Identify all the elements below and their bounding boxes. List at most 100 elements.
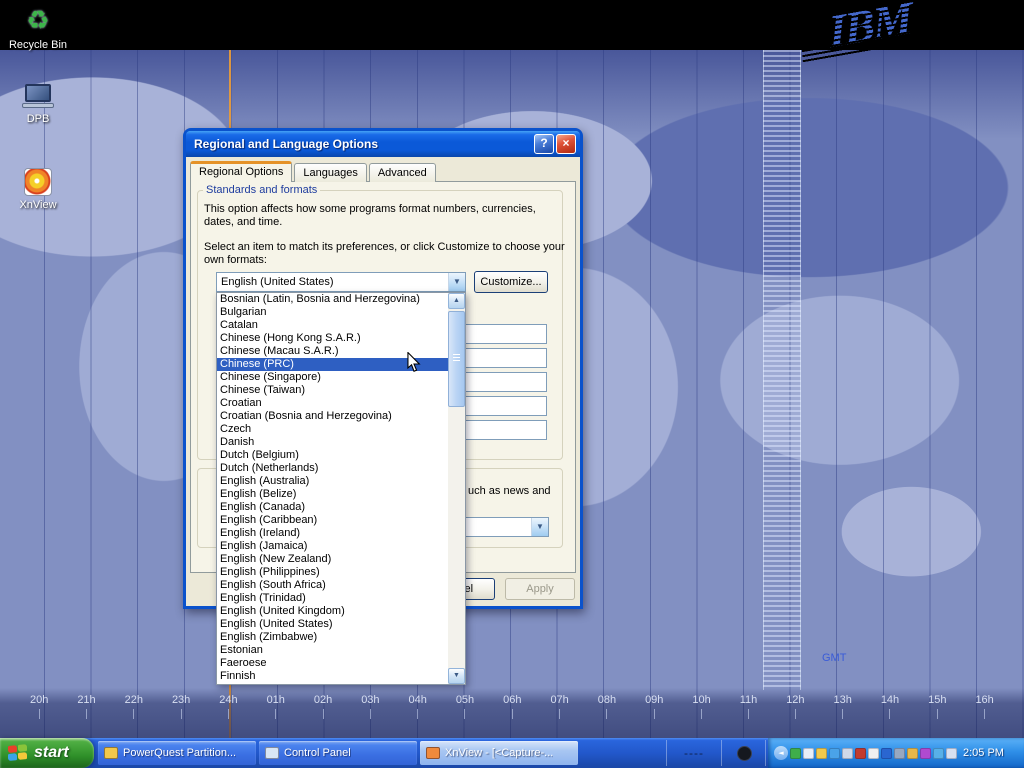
format-list-item[interactable]: English (United Kingdom) bbox=[217, 605, 448, 618]
format-list-item[interactable]: Bulgarian bbox=[217, 306, 448, 319]
timezone-label: 14h bbox=[881, 694, 899, 738]
format-list-item[interactable]: Croatian bbox=[217, 397, 448, 410]
folder-icon bbox=[104, 747, 118, 759]
format-dropdown-list[interactable]: Bosnian (Latin, Bosnia and Herzegovina)B… bbox=[216, 292, 466, 685]
standards-group-label: Standards and formats bbox=[203, 184, 320, 196]
format-combobox-value: English (United States) bbox=[217, 273, 448, 291]
format-combobox[interactable]: English (United States) ▼ bbox=[216, 272, 466, 292]
format-list-item[interactable]: Chinese (Hong Kong S.A.R.) bbox=[217, 332, 448, 345]
format-list-item[interactable]: Finnish bbox=[217, 670, 448, 683]
tray-icon[interactable] bbox=[881, 748, 892, 759]
desktop-top-band: IBM bbox=[0, 0, 1024, 50]
tray-icon-row bbox=[790, 748, 957, 759]
timezone-label: 10h bbox=[692, 694, 710, 738]
desktop-icon-dpb[interactable]: DPB bbox=[0, 84, 76, 125]
timezone-label: 12h bbox=[786, 694, 804, 738]
taskbar-task-button[interactable]: Control Panel bbox=[259, 741, 417, 765]
taskbar-tool-area[interactable] bbox=[724, 740, 766, 766]
combo-dropdown-arrow-icon[interactable]: ▼ bbox=[448, 273, 465, 291]
format-list-item[interactable]: Faeroese bbox=[217, 657, 448, 670]
list-scrollbar[interactable]: ▲ ▼ bbox=[448, 293, 465, 684]
task-button-area: PowerQuest Partition... Control Panel Xn… bbox=[98, 738, 578, 768]
timezone-label: 20h bbox=[30, 694, 48, 738]
timezone-label: 05h bbox=[456, 694, 474, 738]
format-list-item[interactable]: English (Jamaica) bbox=[217, 540, 448, 553]
hide-icons-chevron-icon[interactable]: ◄ bbox=[774, 746, 788, 760]
tray-icon[interactable] bbox=[816, 748, 827, 759]
format-list-item[interactable]: Bosnian (Latin, Bosnia and Herzegovina) bbox=[217, 293, 448, 306]
taskbar-clock[interactable]: 2:05 PM bbox=[963, 747, 1004, 759]
format-list-item[interactable]: Czech bbox=[217, 423, 448, 436]
laptop-icon bbox=[22, 84, 54, 110]
timezone-label: 09h bbox=[645, 694, 663, 738]
tray-icon[interactable] bbox=[933, 748, 944, 759]
gmt-label: GMT bbox=[822, 652, 846, 664]
location-text-fragment: uch as news and bbox=[468, 485, 551, 497]
format-list-item[interactable]: English (New Zealand) bbox=[217, 553, 448, 566]
timezone-label: 02h bbox=[314, 694, 332, 738]
control-panel-icon bbox=[265, 747, 279, 759]
apply-button[interactable]: Apply bbox=[505, 578, 575, 600]
scrollbar-thumb[interactable] bbox=[448, 311, 465, 407]
format-list-item[interactable]: Dutch (Belgium) bbox=[217, 449, 448, 462]
format-list-item[interactable]: Catalan bbox=[217, 319, 448, 332]
close-button[interactable]: × bbox=[556, 134, 576, 154]
tray-icon[interactable] bbox=[907, 748, 918, 759]
format-list-item[interactable]: Croatian (Bosnia and Herzegovina) bbox=[217, 410, 448, 423]
format-list-item[interactable]: Estonian bbox=[217, 644, 448, 657]
tray-icon[interactable] bbox=[855, 748, 866, 759]
tray-icon[interactable] bbox=[868, 748, 879, 759]
task-label: PowerQuest Partition... bbox=[123, 747, 236, 759]
timezone-label: 03h bbox=[361, 694, 379, 738]
format-list-item[interactable]: English (Trinidad) bbox=[217, 592, 448, 605]
tab-advanced[interactable]: Advanced bbox=[369, 163, 436, 182]
recycle-bin-icon: ♻ bbox=[23, 6, 53, 36]
desktop-icon-recycle-bin[interactable]: ♻ Recycle Bin bbox=[0, 6, 76, 51]
timezone-highlight-band bbox=[763, 50, 801, 690]
format-list-item[interactable]: English (Ireland) bbox=[217, 527, 448, 540]
task-label: XnView - [<Capture-... bbox=[445, 747, 553, 759]
format-list-item[interactable]: English (Philippines) bbox=[217, 566, 448, 579]
tray-icon[interactable] bbox=[946, 748, 957, 759]
tray-icon[interactable] bbox=[790, 748, 801, 759]
taskbar-task-button[interactable]: PowerQuest Partition... bbox=[98, 741, 256, 765]
format-list-item[interactable]: Dutch (Netherlands) bbox=[217, 462, 448, 475]
tray-icon[interactable] bbox=[803, 748, 814, 759]
format-list-item[interactable]: English (Caribbean) bbox=[217, 514, 448, 527]
dialog-titlebar[interactable]: Regional and Language Options ? × bbox=[186, 131, 580, 157]
desktop: IBM GMT 20h21h22h23h24h01h02h03h04h05h06… bbox=[0, 0, 1024, 768]
taskbar-task-button[interactable]: XnView - [<Capture-... bbox=[420, 741, 578, 765]
taskbar-tool-icon[interactable] bbox=[737, 746, 752, 761]
format-list-item[interactable]: English (South Africa) bbox=[217, 579, 448, 592]
scroll-down-arrow-icon[interactable]: ▼ bbox=[448, 668, 465, 684]
customize-button[interactable]: Customize... bbox=[474, 271, 548, 293]
deskband[interactable]: ---- bbox=[666, 740, 722, 766]
system-tray: ◄ 2:05 PM bbox=[768, 738, 1024, 768]
tray-icon[interactable] bbox=[894, 748, 905, 759]
format-list-item[interactable]: Danish bbox=[217, 436, 448, 449]
standards-instruction: Select an item to match its preferences,… bbox=[204, 241, 566, 267]
format-list-item[interactable]: English (Zimbabwe) bbox=[217, 631, 448, 644]
tray-icon[interactable] bbox=[842, 748, 853, 759]
timezone-label: 15h bbox=[928, 694, 946, 738]
timezone-label: 24h bbox=[219, 694, 237, 738]
start-label: start bbox=[34, 744, 69, 762]
dialog-title: Regional and Language Options bbox=[194, 137, 532, 151]
help-button[interactable]: ? bbox=[534, 134, 554, 154]
format-list-item[interactable]: English (Canada) bbox=[217, 501, 448, 514]
tab-regional-options[interactable]: Regional Options bbox=[190, 161, 292, 182]
format-list-item[interactable]: English (Australia) bbox=[217, 475, 448, 488]
start-button[interactable]: start bbox=[0, 738, 94, 768]
tab-languages[interactable]: Languages bbox=[294, 163, 366, 182]
timezone-label: 13h bbox=[834, 694, 852, 738]
combo-dropdown-arrow-icon[interactable]: ▼ bbox=[531, 518, 548, 536]
format-list-item[interactable]: English (United States) bbox=[217, 618, 448, 631]
format-list-item[interactable]: Chinese (Taiwan) bbox=[217, 384, 448, 397]
laptop-screen bbox=[25, 84, 51, 102]
desktop-icon-xnview[interactable]: XnView bbox=[0, 168, 76, 211]
desktop-icon-label: XnView bbox=[0, 199, 76, 211]
tray-icon[interactable] bbox=[920, 748, 931, 759]
scroll-up-arrow-icon[interactable]: ▲ bbox=[448, 293, 465, 309]
format-list-item[interactable]: English (Belize) bbox=[217, 488, 448, 501]
tray-icon[interactable] bbox=[829, 748, 840, 759]
